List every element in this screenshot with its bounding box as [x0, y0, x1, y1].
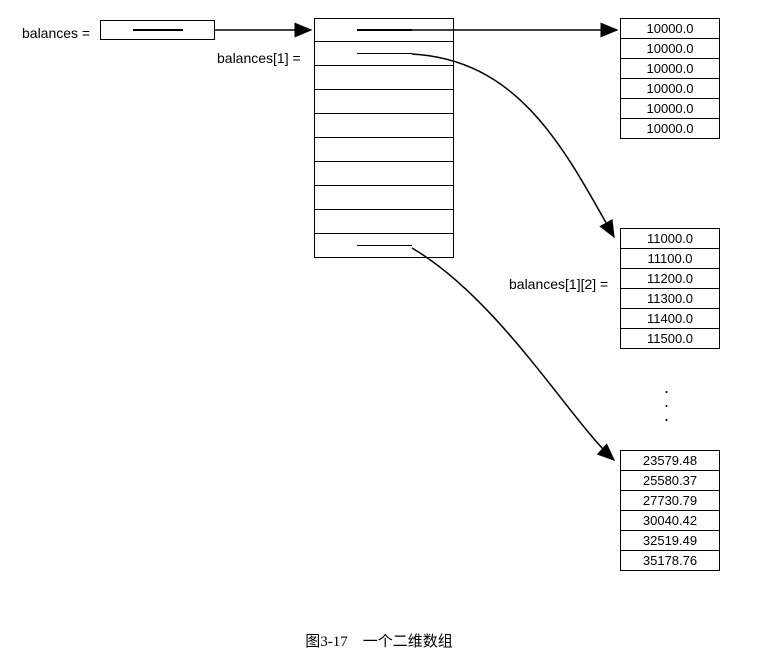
mid-cell-0	[314, 18, 454, 42]
array-1-cell: 11300.0	[620, 289, 720, 309]
array-last-cell: 32519.49	[620, 531, 720, 551]
array-1-cell: 11200.0	[620, 269, 720, 289]
balances-ref-box	[100, 20, 215, 40]
mid-cell-6	[314, 162, 454, 186]
mid-cell-2	[314, 66, 454, 90]
array-1-cell: 11400.0	[620, 309, 720, 329]
mid-cell-5	[314, 138, 454, 162]
array-last-cell: 23579.48	[620, 450, 720, 471]
array-0-cell: 10000.0	[620, 18, 720, 39]
array-1-cell: 11100.0	[620, 249, 720, 269]
array-1-cell: 11500.0	[620, 329, 720, 349]
mid-cell-9	[314, 234, 454, 258]
array-0-cell: 10000.0	[620, 79, 720, 99]
array-last-cell: 27730.79	[620, 491, 720, 511]
array-0: 10000.0 10000.0 10000.0 10000.0 10000.0 …	[620, 18, 720, 139]
array-0-cell: 10000.0	[620, 59, 720, 79]
ellipsis-dots: ...	[664, 380, 669, 422]
pointer-mark	[133, 29, 183, 31]
middle-array	[314, 18, 454, 258]
array-1-cell: 11000.0	[620, 228, 720, 249]
array-last-cell: 25580.37	[620, 471, 720, 491]
array-last: 23579.48 25580.37 27730.79 30040.42 3251…	[620, 450, 720, 571]
figure-caption: 图3-17 一个二维数组	[0, 630, 758, 651]
mid-cell-3	[314, 90, 454, 114]
mid-cell-4	[314, 114, 454, 138]
array-0-cell: 10000.0	[620, 99, 720, 119]
balances-label: balances =	[22, 25, 90, 41]
mid-cell-1	[314, 42, 454, 66]
mid-cell-7	[314, 186, 454, 210]
mid-cell-8	[314, 210, 454, 234]
array-last-cell: 35178.76	[620, 551, 720, 571]
array-0-cell: 10000.0	[620, 119, 720, 139]
balances-1-label: balances[1] =	[217, 50, 301, 66]
array-1: 11000.0 11100.0 11200.0 11300.0 11400.0 …	[620, 228, 720, 349]
balances-1-2-label: balances[1][2] =	[509, 276, 608, 292]
array-last-cell: 30040.42	[620, 511, 720, 531]
array-0-cell: 10000.0	[620, 39, 720, 59]
